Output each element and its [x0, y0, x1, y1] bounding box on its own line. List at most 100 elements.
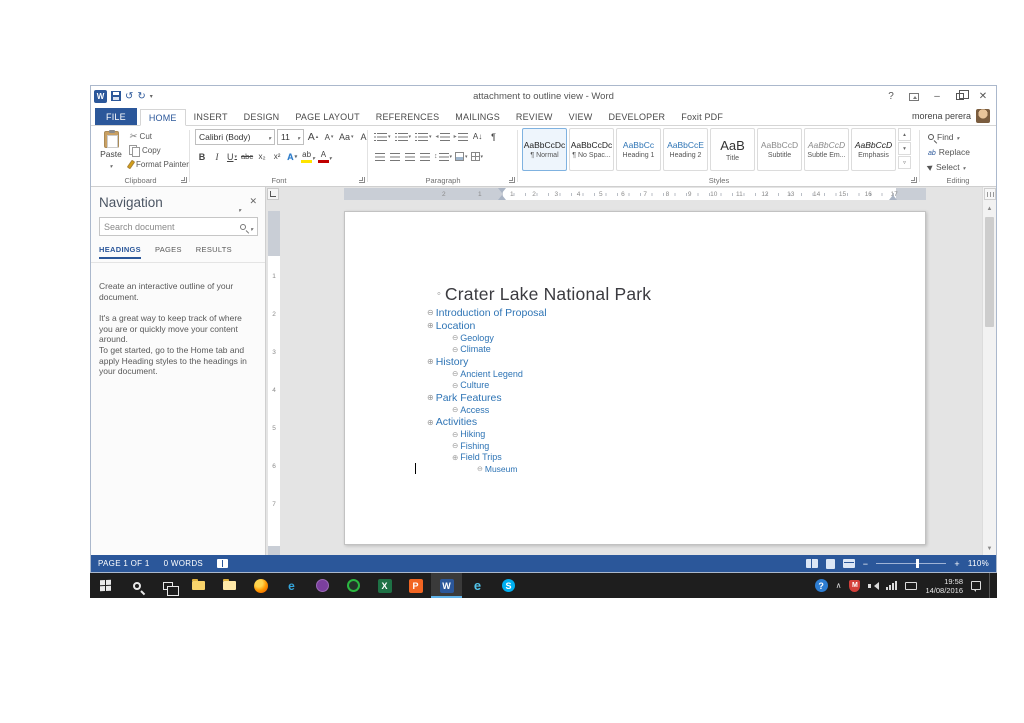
tab-mailings[interactable]: MAILINGS [447, 108, 508, 125]
heading-text[interactable]: History [436, 356, 469, 368]
numbering-button[interactable] [394, 129, 413, 144]
show-hide-pilcrow-button[interactable]: ¶ [487, 129, 501, 144]
word-button[interactable]: W [431, 573, 462, 598]
right-indent-marker[interactable] [889, 195, 897, 200]
tab-review[interactable]: REVIEW [508, 108, 561, 125]
style-title[interactable]: AaB Title [710, 128, 755, 171]
styles-scroll-down-button[interactable]: ▾ [898, 142, 911, 155]
taskbar-search-button[interactable] [121, 573, 152, 598]
heading-text[interactable]: Fishing [460, 441, 489, 451]
tab-file[interactable]: FILE [95, 108, 137, 125]
cut-button[interactable]: Cut [129, 130, 189, 142]
collapse-icon[interactable]: ⊖ [477, 465, 483, 473]
document-page[interactable]: ◦ Crater Lake National Park ⊖ Introductio… [344, 211, 926, 545]
style-no-spacing[interactable]: AaBbCcDc ¶ No Spac... [569, 128, 614, 171]
style-emphasis[interactable]: AaBbCcD Emphasis [851, 128, 896, 171]
tab-foxit-pdf[interactable]: Foxit PDF [673, 108, 731, 125]
underline-button[interactable]: U [225, 149, 239, 164]
replace-button[interactable]: Replace [928, 146, 970, 158]
redo-icon[interactable]: ↻ [137, 91, 145, 102]
clipboard-dialog-launcher-icon[interactable] [181, 177, 187, 183]
save-icon[interactable] [111, 88, 121, 106]
show-desktop-button[interactable] [989, 573, 994, 598]
nav-tab-pages[interactable]: PAGES [155, 245, 182, 259]
copy-button[interactable]: Copy [129, 144, 189, 157]
search-input[interactable] [100, 221, 241, 232]
expand-icon[interactable]: ⊕ [427, 393, 434, 402]
multilevel-list-button[interactable] [414, 129, 433, 144]
web-layout-button[interactable] [842, 559, 855, 568]
outline-heading[interactable]: ⊕ Park Features [345, 391, 925, 404]
outline-heading[interactable]: ⊖ Hiking [345, 429, 925, 441]
expand-icon[interactable]: ⊕ [427, 321, 434, 330]
tab-view[interactable]: VIEW [561, 108, 601, 125]
style-subtitle[interactable]: AaBbCcD Subtitle [757, 128, 802, 171]
document-area[interactable]: 2 1 1 2 3 4 5 6 7 8 9 10 11 12 13 14 15 … [266, 187, 996, 555]
bullets-button[interactable] [373, 129, 392, 144]
format-painter-button[interactable]: Format Painter [126, 158, 189, 170]
select-button[interactable]: Select [926, 161, 970, 173]
close-button[interactable]: ✕ [973, 89, 993, 104]
ruler-toggle-button[interactable] [984, 188, 996, 200]
collapse-icon[interactable]: ⊖ [452, 430, 458, 439]
zoom-level[interactable]: 110% [968, 559, 989, 568]
skype-button[interactable]: S [493, 573, 524, 598]
help-tray-icon[interactable]: ? [814, 579, 828, 592]
heading-text[interactable]: Museum [485, 464, 518, 474]
file-explorer-button[interactable] [183, 573, 214, 598]
avatar[interactable] [976, 109, 990, 123]
nav-tab-headings[interactable]: HEADINGS [99, 245, 141, 259]
restore-button[interactable] [950, 89, 970, 104]
tab-design[interactable]: DESIGN [236, 108, 288, 125]
read-mode-button[interactable] [805, 559, 818, 568]
undo-icon[interactable]: ↺ [125, 91, 133, 102]
page-indicator[interactable]: PAGE 1 OF 1 [98, 559, 150, 568]
heading-text[interactable]: Introduction of Proposal [436, 307, 547, 319]
collapse-icon[interactable]: ⊖ [452, 333, 458, 342]
task-view-button[interactable] [152, 573, 183, 598]
styles-dialog-launcher-icon[interactable] [911, 177, 917, 183]
collapse-icon[interactable]: ⊖ [452, 405, 458, 414]
tray-expand-chevron-icon[interactable]: ∧ [836, 581, 842, 590]
print-layout-button[interactable] [825, 558, 835, 569]
scroll-down-arrow[interactable]: ▼ [983, 543, 996, 555]
scrollbar-thumb[interactable] [985, 217, 994, 327]
decrease-indent-button[interactable] [435, 129, 451, 144]
collapse-icon[interactable]: ⊖ [452, 345, 458, 354]
network-signal-icon[interactable] [886, 581, 898, 590]
notification-center-icon[interactable] [971, 581, 981, 592]
align-right-button[interactable] [403, 149, 417, 164]
whatsapp-button[interactable] [338, 573, 369, 598]
touch-keyboard-icon[interactable] [905, 581, 918, 590]
proofing-status-icon[interactable] [217, 559, 229, 568]
document-title-row[interactable]: ◦ Crater Lake National Park [345, 282, 925, 306]
outline-heading[interactable]: ⊕ Location [345, 319, 925, 332]
qat-customize-icon[interactable]: ▾ [150, 93, 153, 100]
zoom-out-button[interactable]: − [863, 559, 869, 569]
nav-tab-results[interactable]: RESULTS [196, 245, 232, 259]
line-spacing-button[interactable] [433, 149, 453, 164]
tab-references[interactable]: REFERENCES [368, 108, 448, 125]
firefox-button[interactable] [245, 573, 276, 598]
outline-heading[interactable]: ⊖ Museum [345, 463, 925, 474]
taskbar-clock[interactable]: 19:58 14/08/2016 [925, 577, 963, 595]
justify-button[interactable] [418, 149, 432, 164]
collapse-icon[interactable]: ⊖ [452, 441, 458, 450]
font-color-button[interactable]: A [317, 149, 333, 164]
heading-text[interactable]: Park Features [436, 392, 502, 404]
align-left-button[interactable] [373, 149, 387, 164]
zoom-in-button[interactable]: + [954, 559, 960, 569]
styles-scroll-up-button[interactable]: ▴ [898, 128, 911, 141]
outline-heading[interactable]: ⊖ Introduction of Proposal [345, 306, 925, 319]
heading-text[interactable]: Ancient Legend [460, 369, 523, 379]
heading-text[interactable]: Culture [460, 380, 489, 390]
minimize-button[interactable]: – [927, 89, 947, 104]
outline-heading[interactable]: ⊕ Field Trips [345, 452, 925, 464]
collapse-icon[interactable]: ⊖ [452, 381, 458, 390]
outline-heading[interactable]: ⊖ Climate [345, 344, 925, 356]
scroll-up-arrow[interactable]: ▲ [983, 203, 996, 215]
account-area[interactable]: morena perera [912, 109, 990, 123]
search-options-icon[interactable] [250, 218, 253, 236]
outline-heading[interactable]: ⊖ Culture [345, 380, 925, 392]
collapse-icon[interactable]: ⊖ [427, 308, 434, 317]
